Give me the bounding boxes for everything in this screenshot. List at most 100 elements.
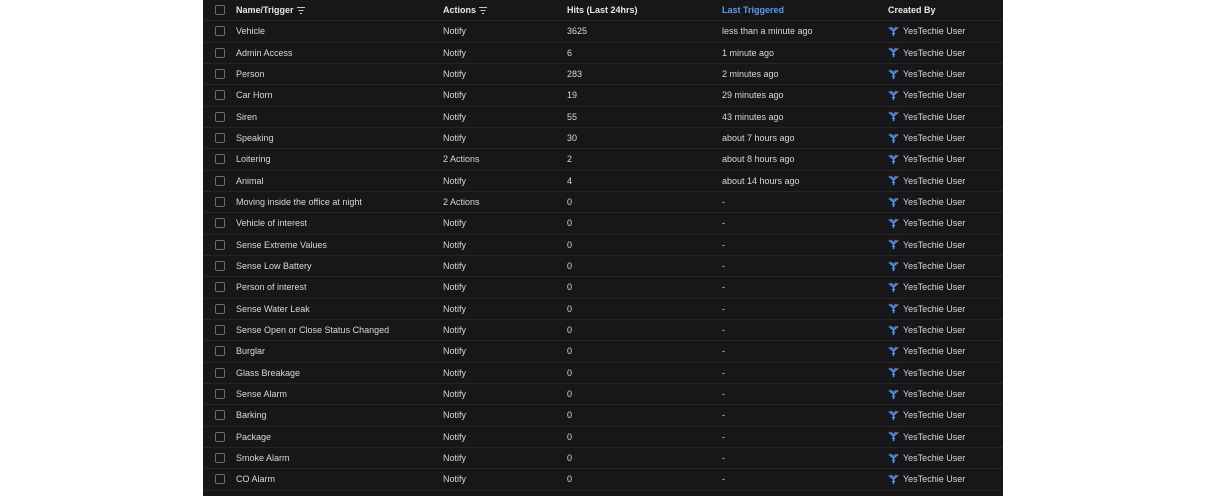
trigger-name[interactable]: Admin Access <box>236 43 293 63</box>
row-checkbox[interactable] <box>215 410 225 421</box>
row-checkbox[interactable] <box>215 282 225 293</box>
row-checkbox[interactable] <box>215 346 225 357</box>
row-checkbox[interactable] <box>215 431 225 442</box>
table-row[interactable]: Speaking Notify 30 about 7 hours ago YesTech… <box>203 128 1003 150</box>
trigger-name[interactable]: Barking <box>236 405 267 425</box>
column-header-created-by[interactable]: Created By <box>888 0 936 20</box>
trigger-name[interactable]: Car Horn <box>236 85 273 105</box>
trigger-name[interactable]: Siren <box>236 107 257 127</box>
trigger-name[interactable]: Person of interest <box>236 277 307 297</box>
row-checkbox-cell[interactable] <box>215 149 227 169</box>
table-row[interactable]: Loitering 2 Actions 2 about 8 hours ago YesT… <box>203 149 1003 171</box>
trigger-name[interactable]: Moving inside the office at night <box>236 192 362 212</box>
table-row[interactable]: CO Alarm Notify 0 - YesTechie User <box>203 469 1003 491</box>
filter-icon[interactable] <box>296 6 305 14</box>
row-checkbox[interactable] <box>215 175 225 186</box>
row-checkbox-cell[interactable] <box>215 235 227 255</box>
trigger-name[interactable]: Package <box>236 427 271 447</box>
row-checkbox-cell[interactable] <box>215 299 227 319</box>
table-row[interactable]: Animal Notify 4 about 14 hours ago YesTechie… <box>203 171 1003 192</box>
row-checkbox[interactable] <box>215 474 225 485</box>
row-checkbox-cell[interactable] <box>215 320 227 340</box>
column-header-name-label[interactable]: Name/Trigger <box>236 5 294 15</box>
select-all-cell[interactable] <box>215 0 227 20</box>
trigger-name[interactable]: Person <box>236 64 265 84</box>
trigger-name[interactable]: Burglar <box>236 341 265 361</box>
column-header-last-triggered-label[interactable]: Last Triggered <box>722 5 784 15</box>
table-row[interactable]: Smoke Alarm Notify 0 - YesTechie User <box>203 448 1003 470</box>
row-checkbox[interactable] <box>215 325 225 336</box>
trigger-name[interactable]: Loitering <box>236 149 271 169</box>
table-row[interactable]: Burglar Notify 0 - YesTechie User <box>203 341 1003 363</box>
table-row[interactable]: Siren Notify 55 43 minutes ago YesTechie Use… <box>203 107 1003 128</box>
table-row[interactable]: Sense Extreme Values Notify 0 - YesTechie Us… <box>203 235 1003 256</box>
table-row[interactable]: Vehicle of interest Notify 0 - YesTechie Use… <box>203 213 1003 235</box>
row-checkbox-cell[interactable] <box>215 341 227 361</box>
trigger-name[interactable]: Sense Water Leak <box>236 299 310 319</box>
row-checkbox-cell[interactable] <box>215 405 227 425</box>
row-checkbox-cell[interactable] <box>215 192 227 212</box>
column-header-name[interactable]: Name/Trigger <box>236 0 305 20</box>
table-row[interactable]: Sense Water Leak Notify 0 - YesTechie User <box>203 299 1003 320</box>
row-checkbox-cell[interactable] <box>215 213 227 233</box>
trigger-name[interactable]: Sense Low Battery <box>236 256 312 276</box>
row-checkbox-cell[interactable] <box>215 128 227 148</box>
table-row[interactable]: Person of interest Notify 0 - YesTechie User <box>203 277 1003 299</box>
row-checkbox-cell[interactable] <box>215 384 227 404</box>
trigger-name[interactable]: CO Alarm <box>236 469 275 489</box>
trigger-name[interactable]: Sense Open or Close Status Changed <box>236 320 389 340</box>
row-checkbox[interactable] <box>215 26 225 37</box>
trigger-name[interactable]: Animal <box>236 171 264 191</box>
row-checkbox-cell[interactable] <box>215 363 227 383</box>
row-checkbox[interactable] <box>215 111 225 122</box>
row-checkbox-cell[interactable] <box>215 64 227 84</box>
row-checkbox-cell[interactable] <box>215 469 227 489</box>
table-row[interactable]: Moving inside the office at night 2 Actio… <box>203 192 1003 214</box>
table-row[interactable]: Vehicle Notify 3625 less than a minute ago Y… <box>203 21 1003 43</box>
table-row[interactable]: Sense Alarm Notify 0 - YesTechie User <box>203 384 1003 406</box>
trigger-name[interactable]: Glass Breakage <box>236 363 300 383</box>
row-checkbox-cell[interactable] <box>215 277 227 297</box>
column-header-last-triggered[interactable]: Last Triggered <box>722 0 784 20</box>
row-checkbox-cell[interactable] <box>215 43 227 63</box>
column-header-created-by-label[interactable]: Created By <box>888 5 936 15</box>
row-checkbox[interactable] <box>215 47 225 58</box>
row-checkbox-cell[interactable] <box>215 21 227 41</box>
table-row[interactable]: Person Notify 283 2 minutes ago YesTechie Us… <box>203 64 1003 86</box>
row-checkbox-cell[interactable] <box>215 107 227 127</box>
table-row[interactable]: Car Horn Notify 19 29 minutes ago YesTechie … <box>203 85 1003 107</box>
filter-icon[interactable] <box>479 6 488 14</box>
row-checkbox[interactable] <box>215 453 225 464</box>
row-checkbox-cell[interactable] <box>215 85 227 105</box>
table-row[interactable]: Barking Notify 0 - YesTechie User <box>203 405 1003 427</box>
trigger-name[interactable]: Vehicle of interest <box>236 213 307 233</box>
trigger-name[interactable]: Speaking <box>236 128 274 148</box>
table-row[interactable]: Admin Access Notify 6 1 minute ago YesTechie… <box>203 43 1003 64</box>
table-row[interactable]: Package Notify 0 - YesTechie User <box>203 427 1003 448</box>
row-checkbox-cell[interactable] <box>215 256 227 276</box>
trigger-name[interactable]: Smoke Alarm <box>236 448 290 468</box>
row-checkbox[interactable] <box>215 367 225 378</box>
row-checkbox[interactable] <box>215 389 225 400</box>
row-checkbox[interactable] <box>215 197 225 208</box>
select-all-checkbox[interactable] <box>215 5 225 16</box>
row-checkbox-cell[interactable] <box>215 171 227 191</box>
row-checkbox[interactable] <box>215 303 225 314</box>
row-checkbox[interactable] <box>215 239 225 250</box>
row-checkbox[interactable] <box>215 261 225 272</box>
trigger-name[interactable]: Sense Alarm <box>236 384 287 404</box>
column-header-actions-label[interactable]: Actions <box>443 5 476 15</box>
row-checkbox[interactable] <box>215 90 225 101</box>
column-header-hits-label[interactable]: Hits (Last 24hrs) <box>567 5 638 15</box>
row-checkbox[interactable] <box>215 154 225 165</box>
table-row[interactable]: Sense Open or Close Status Changed Notify… <box>203 320 1003 342</box>
row-checkbox-cell[interactable] <box>215 448 227 468</box>
column-header-hits[interactable]: Hits (Last 24hrs) <box>567 0 638 20</box>
trigger-name[interactable]: Vehicle <box>236 21 265 41</box>
row-checkbox-cell[interactable] <box>215 427 227 447</box>
row-checkbox[interactable] <box>215 218 225 229</box>
table-row[interactable]: Glass Breakage Notify 0 - YesTechie User <box>203 363 1003 384</box>
table-row[interactable]: Sense Low Battery Notify 0 - YesTechie User <box>203 256 1003 278</box>
column-header-actions[interactable]: Actions <box>443 0 488 20</box>
row-checkbox[interactable] <box>215 133 225 144</box>
